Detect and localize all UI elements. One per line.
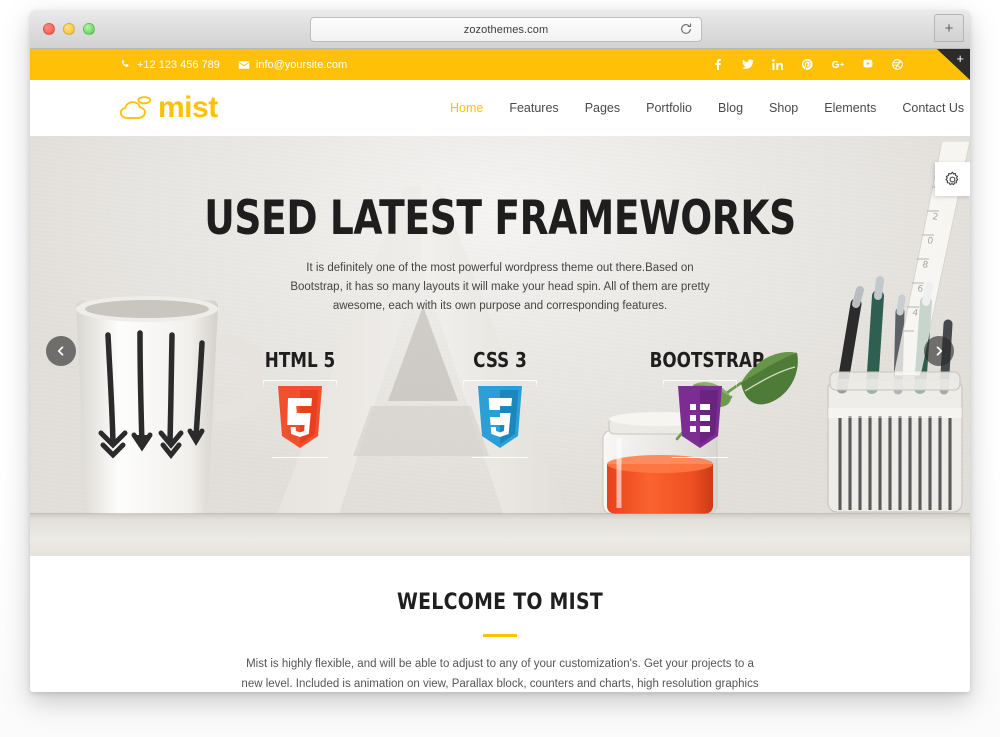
topbar-phone[interactable]: +12 123 456 789: [120, 59, 220, 71]
nav-item-home[interactable]: Home: [450, 101, 483, 115]
close-window-button[interactable]: [43, 23, 55, 35]
tech-frame-css3: [463, 380, 537, 458]
dribbble-icon[interactable]: [891, 58, 904, 71]
welcome-description: Mist is highly flexible, and will be abl…: [241, 658, 759, 691]
tech-item-html5: HTML 5: [240, 348, 360, 458]
tech-item-css3: CSS 3: [440, 348, 560, 458]
browser-window: zozothemes.com + +12 123 456 789 info@yo…: [30, 10, 970, 692]
tech-item-bootstrap: BOOTSTRAP: [640, 348, 765, 458]
zoom-window-button[interactable]: [83, 23, 95, 35]
site-logo-text: mist: [158, 91, 218, 124]
site-header: mist Home Features Pages Portfolio Blog …: [30, 80, 970, 136]
youtube-icon[interactable]: [861, 58, 874, 71]
page-viewport: +12 123 456 789 info@yoursite.com + mist…: [30, 49, 970, 692]
topbar-social-group: [711, 49, 904, 80]
cloud-icon: [118, 94, 156, 122]
css3-shield-icon: [463, 380, 537, 458]
corner-triangle-shape: [937, 49, 970, 80]
html5-shield-icon: [263, 380, 337, 458]
carousel-prev-button[interactable]: [46, 336, 76, 366]
site-topbar: +12 123 456 789 info@yoursite.com +: [30, 49, 970, 80]
minimize-window-button[interactable]: [63, 23, 75, 35]
topbar-email[interactable]: info@yoursite.com: [238, 59, 347, 71]
welcome-divider: [483, 634, 517, 637]
browser-chrome-bar: zozothemes.com +: [30, 10, 970, 49]
carousel-next-button[interactable]: [924, 336, 954, 366]
hero-slider: 6 4 2 0 8 6 4 USED LATEST FRAMEWORK: [30, 136, 970, 556]
nav-item-portfolio[interactable]: Portfolio: [646, 101, 692, 115]
main-navigation: Home Features Pages Portfolio Blog Shop …: [450, 80, 970, 136]
tech-label-bootstrap: BOOTSTRAP: [649, 348, 765, 372]
google-plus-icon[interactable]: [831, 58, 844, 71]
bootstrap-shield-icon: [663, 380, 737, 458]
nav-item-contact-us[interactable]: Contact Us: [902, 101, 964, 115]
topbar-corner-toggle[interactable]: +: [937, 49, 970, 80]
twitter-icon[interactable]: [741, 58, 754, 71]
pinterest-icon[interactable]: [801, 58, 814, 71]
site-logo[interactable]: mist: [118, 93, 218, 123]
window-controls: [43, 23, 95, 35]
topbar-contact-group: +12 123 456 789 info@yoursite.com: [120, 59, 347, 71]
hero-description: It is definitely one of the most powerfu…: [290, 262, 710, 313]
shelf-surface: [30, 514, 970, 556]
tech-frame-bootstrap: [663, 380, 737, 458]
welcome-title: WELCOME TO MIST: [396, 590, 603, 615]
tech-label-html5: HTML 5: [264, 348, 336, 372]
corner-plus-label: +: [956, 51, 964, 66]
nav-item-elements[interactable]: Elements: [824, 101, 876, 115]
screenshot-stage: zozothemes.com + +12 123 456 789 info@yo…: [0, 0, 1000, 737]
theme-settings-button[interactable]: [935, 162, 970, 196]
tech-label-css3: CSS 3: [473, 348, 527, 372]
address-bar[interactable]: zozothemes.com: [310, 17, 702, 42]
reload-icon[interactable]: [679, 22, 693, 36]
phone-icon: [120, 59, 131, 70]
topbar-phone-label: +12 123 456 789: [137, 58, 220, 71]
new-tab-label: +: [944, 19, 954, 37]
address-bar-url: zozothemes.com: [463, 23, 549, 36]
nav-item-features[interactable]: Features: [509, 101, 558, 115]
envelope-icon: [238, 60, 250, 70]
nav-item-blog[interactable]: Blog: [718, 101, 743, 115]
facebook-icon[interactable]: [711, 58, 724, 71]
welcome-section: WELCOME TO MIST Mist is highly flexible,…: [30, 556, 970, 692]
hero-content: USED LATEST FRAMEWORKS It is definitely …: [30, 194, 970, 316]
tech-frame-html5: [263, 380, 337, 458]
nav-item-shop[interactable]: Shop: [769, 101, 798, 115]
new-tab-button[interactable]: +: [934, 14, 964, 42]
hero-title: USED LATEST FRAMEWORKS: [204, 191, 796, 246]
topbar-email-label: info@yoursite.com: [255, 58, 348, 71]
linkedin-icon[interactable]: [771, 58, 784, 71]
hero-tech-row: HTML 5 CSS 3 BOOTSTRAP: [30, 348, 970, 458]
nav-item-pages[interactable]: Pages: [585, 101, 620, 115]
